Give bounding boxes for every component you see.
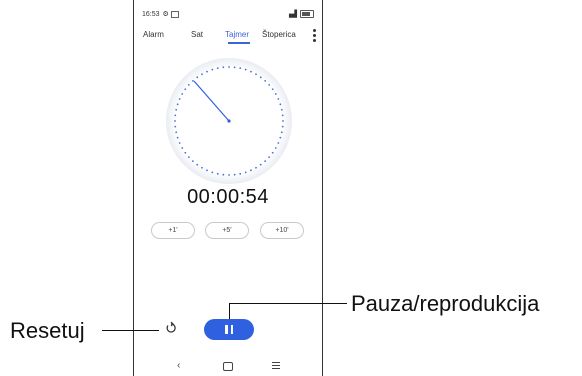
dial-dot (178, 142, 181, 144)
dial-dot (281, 114, 284, 117)
home-icon[interactable] (223, 362, 233, 371)
tab-alarm[interactable]: Alarm (143, 30, 164, 39)
tab-bar: Alarm Sat Tajmer Štoperica (134, 26, 322, 46)
dial-dot (176, 136, 179, 139)
dial-dot (174, 114, 177, 117)
dial-dot (268, 83, 271, 86)
dial-dot (222, 173, 225, 176)
dial-dot (239, 67, 242, 70)
dial-dot (268, 156, 271, 159)
phone-screen: 16:53 ⚙ ▗▟ Alarm Sat Tajmer Štoperica 00… (133, 0, 323, 376)
dial-dot (264, 79, 267, 82)
reset-callout-label: Resetuj (10, 318, 85, 343)
recent-apps-icon[interactable] (272, 362, 280, 371)
dial-dot (281, 125, 284, 128)
dial-dot (174, 125, 177, 128)
dial-dot (250, 169, 252, 172)
dial-dot (259, 163, 262, 166)
dial-dot (250, 70, 252, 73)
image-icon (170, 10, 179, 18)
dial-dot (191, 79, 194, 82)
dial-dot (280, 131, 283, 134)
pause-callout-line-h (229, 303, 347, 304)
dial-dot (211, 171, 214, 174)
timer-dial (166, 58, 292, 184)
dial-dot (282, 120, 284, 122)
dial-dot (279, 103, 282, 106)
dial-dot (175, 108, 178, 111)
dial-dot (239, 172, 242, 175)
reset-callout-line (102, 330, 159, 331)
tab-clock[interactable]: Sat (191, 30, 203, 39)
dial-dot (187, 83, 190, 86)
dial-dot (279, 136, 282, 139)
pause-callout-line-v (229, 303, 230, 319)
dial-dot (233, 66, 236, 69)
dial-dot (206, 70, 208, 73)
pause-button[interactable] (204, 319, 254, 340)
dial-dot (244, 68, 247, 71)
dial-dot (181, 93, 184, 95)
dial-dot (216, 172, 219, 175)
dial-dot (196, 163, 199, 166)
dial-dot (201, 73, 203, 76)
timer-display: 00:00:54 (187, 186, 269, 208)
dial-dot (201, 166, 203, 169)
dial-dot (277, 142, 280, 144)
dial-dot (184, 88, 187, 91)
add-10-minutes-button[interactable]: +10' (260, 222, 304, 239)
tab-stopwatch[interactable]: Štoperica (262, 30, 296, 39)
dial-dot (222, 66, 225, 69)
status-bar: 16:53 ⚙ ▗▟ (142, 9, 314, 19)
dial-dot (228, 66, 230, 68)
dial-center (227, 119, 231, 123)
navigation-bar: ‹ (134, 360, 322, 374)
pause-callout-label: Pauza/reprodukcija (351, 291, 540, 316)
more-options-icon[interactable] (313, 29, 316, 42)
dial-dot (175, 131, 178, 134)
dial-dot (181, 147, 184, 149)
dial-dot (259, 76, 262, 79)
dial-dot (228, 174, 230, 176)
dial-dot (264, 160, 267, 163)
reset-icon[interactable] (164, 321, 178, 335)
add-1-minute-button[interactable]: +1' (151, 222, 195, 239)
dial-dot (191, 160, 194, 163)
dial-dot (244, 171, 247, 174)
battery-icon (300, 10, 314, 18)
dial-dot (280, 108, 283, 111)
dial-dot (211, 68, 214, 71)
dial-dot (255, 166, 257, 169)
dial-dot (233, 173, 236, 176)
dial-dot (178, 98, 181, 100)
dial-dot (196, 76, 199, 79)
dial-dot (174, 120, 176, 122)
dial-dot (184, 151, 187, 154)
dial-dot (216, 67, 219, 70)
dial-dot (176, 103, 179, 106)
active-tab-indicator (228, 42, 250, 44)
dial-dot (271, 151, 274, 154)
dial-dot (274, 147, 277, 149)
dial-dot (255, 73, 257, 76)
dial-dot (271, 88, 274, 91)
dial-dot (277, 98, 280, 100)
dial-dot (187, 156, 190, 159)
dial-dot (206, 169, 208, 172)
signal-icon: ▗▟ (286, 11, 297, 18)
tab-timer[interactable]: Tajmer (225, 30, 249, 39)
dial-dot (274, 93, 277, 95)
pause-icon (225, 325, 228, 334)
gear-icon: ⚙ (162, 11, 169, 18)
status-time: 16:53 (142, 10, 160, 18)
pause-icon-bar (230, 325, 233, 334)
add-5-minutes-button[interactable]: +5' (205, 222, 249, 239)
back-icon[interactable]: ‹ (177, 360, 180, 371)
